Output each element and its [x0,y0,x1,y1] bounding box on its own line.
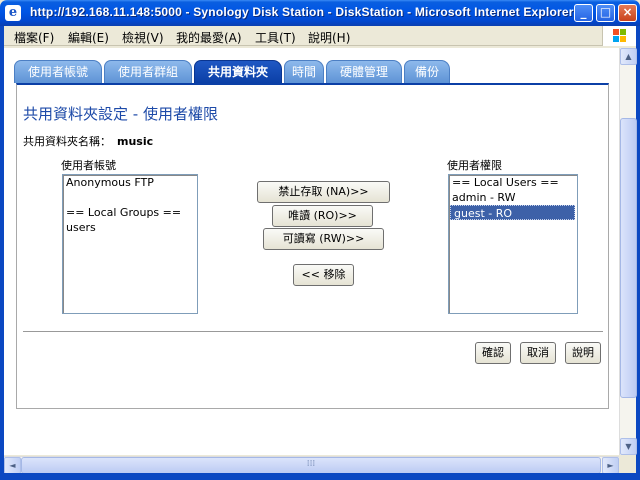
list-item[interactable] [63,190,197,205]
vertical-scrollbar[interactable]: ▲ ▼ [619,48,637,455]
window-frame-bottom [0,473,640,480]
read-write-button[interactable]: 可讀寫 (RW)>> [263,228,384,250]
remove-button[interactable]: << 移除 [293,264,354,286]
ok-button[interactable]: 確認 [475,342,511,364]
share-name-value: music [117,135,154,148]
divider [23,331,603,332]
scroll-up-icon[interactable]: ▲ [620,48,637,65]
list-item[interactable]: admin - RW [449,190,577,205]
cancel-button[interactable]: 取消 [520,342,556,364]
horizontal-scrollbar[interactable]: ◄ ⁞⁞⁞ ► [4,456,619,474]
list-item[interactable]: == Local Groups == [63,205,197,220]
list-item[interactable]: Anonymous FTP [63,175,197,190]
tab-user-groups[interactable]: 使用者群組 [104,60,192,83]
tab-shared-folders[interactable]: 共用資料夾 [194,60,282,83]
tab-time[interactable]: 時間 [284,60,324,83]
settings-panel: 共用資料夾設定 - 使用者權限 共用資料夾名稱： music 使用者帳號 Anon… [16,83,609,409]
tab-backup[interactable]: 備份 [404,60,450,83]
menu-file[interactable]: 檔案(F) [14,29,54,46]
menu-favorites[interactable]: 我的最愛(A) [176,29,242,46]
page-title: 共用資料夾設定 - 使用者權限 [23,105,218,123]
user-permissions-title: 使用者權限 [447,159,502,172]
page-viewport: 使用者帳號 使用者群組 共用資料夾 時間 硬體管理 備份 共用資料夾設定 - 使… [4,48,619,455]
horizontal-scroll-thumb[interactable]: ⁞⁞⁞ [21,457,601,474]
read-only-button[interactable]: 唯讀 (RO)>> [272,205,373,227]
close-button[interactable]: × [618,4,637,22]
windows-logo [602,26,636,46]
scrollbar-corner [619,456,636,473]
windows-flag-icon [613,29,627,43]
no-access-button[interactable]: 禁止存取 (NA)>> [257,181,390,203]
minimize-button[interactable]: _ [574,4,593,22]
menu-view[interactable]: 檢視(V) [122,29,164,46]
list-item-selected[interactable]: guest - RO [450,205,575,220]
menu-tools[interactable]: 工具(T) [255,29,296,46]
scroll-right-icon[interactable]: ► [602,457,619,474]
menu-bar: 檔案(F) 編輯(E) 檢視(V) 我的最愛(A) 工具(T) 說明(H) [0,26,640,46]
list-item[interactable]: users [63,220,197,235]
tab-hardware[interactable]: 硬體管理 [326,60,402,83]
help-button[interactable]: 說明 [565,342,601,364]
user-accounts-title: 使用者帳號 [61,159,116,172]
list-item[interactable]: == Local Users == [449,175,577,190]
window-title: http://192.168.11.148:5000 - Synology Di… [30,5,574,19]
menu-help[interactable]: 說明(H) [308,29,350,46]
menu-edit[interactable]: 編輯(E) [68,29,109,46]
user-accounts-list[interactable]: Anonymous FTP == Local Groups == users [62,174,198,314]
user-permissions-list[interactable]: == Local Users == admin - RW guest - RO [448,174,578,314]
share-name-row: 共用資料夾名稱： music [23,133,153,149]
share-name-label: 共用資料夾名稱： [23,135,111,148]
vertical-scroll-thumb[interactable] [620,118,637,398]
title-bar: e http://192.168.11.148:5000 - Synology … [0,0,640,26]
tab-user-accounts[interactable]: 使用者帳號 [14,60,102,83]
ie-icon: e [5,5,21,21]
scroll-down-icon[interactable]: ▼ [620,438,637,455]
maximize-button[interactable]: □ [596,4,615,22]
scroll-left-icon[interactable]: ◄ [4,457,21,474]
